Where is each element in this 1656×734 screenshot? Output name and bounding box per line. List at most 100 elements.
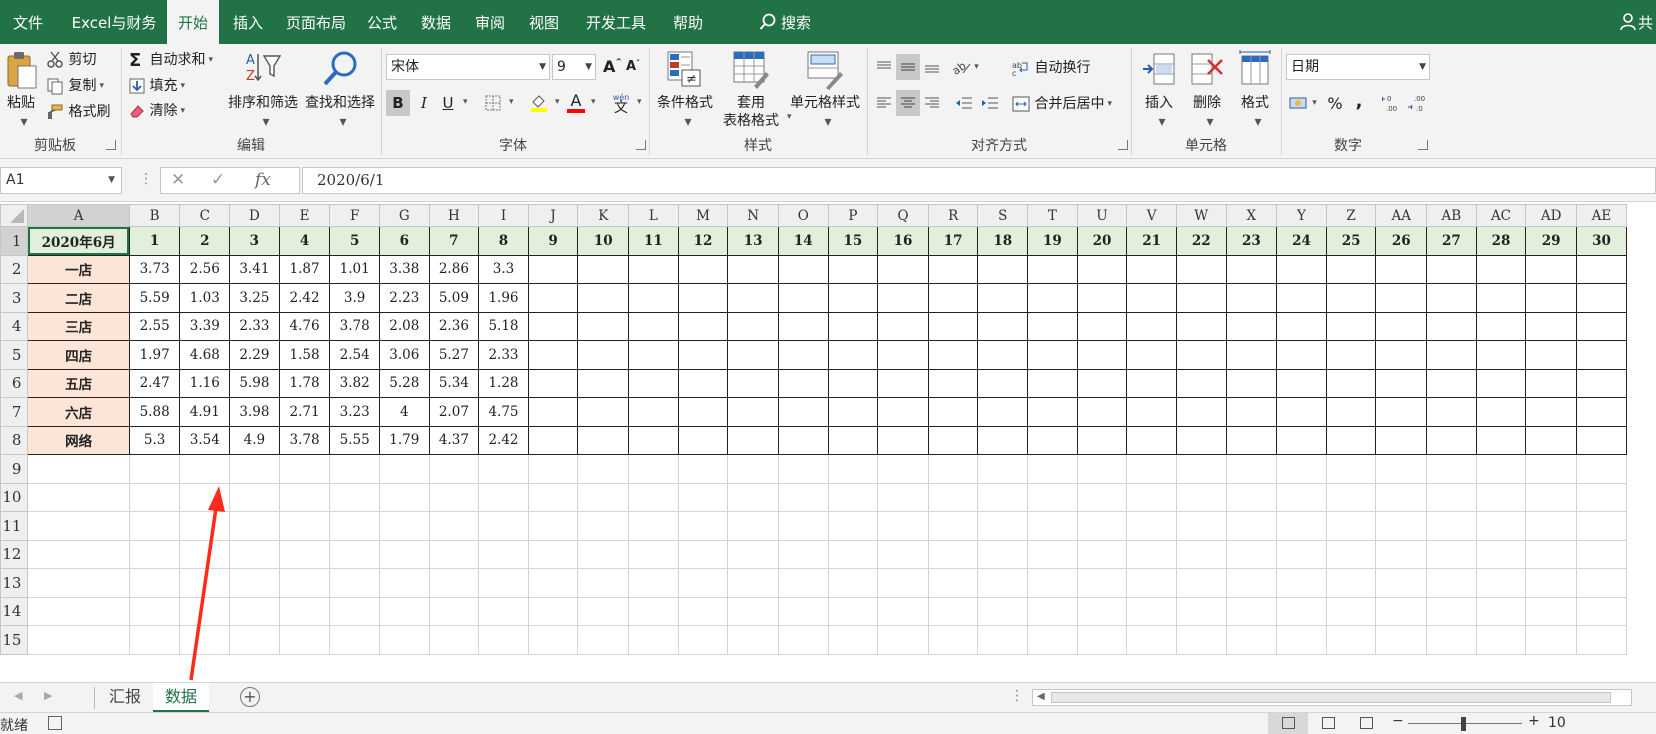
- shrink-font-button[interactable]: Aˇ: [626, 59, 640, 74]
- cell[interactable]: [1175, 311, 1227, 341]
- cell[interactable]: [278, 625, 331, 655]
- row-header[interactable]: 10: [0, 482, 29, 512]
- cell[interactable]: 14: [777, 226, 829, 256]
- cell[interactable]: [1225, 482, 1278, 512]
- conditional-format-dropdown-icon[interactable]: ▾: [655, 114, 721, 130]
- cell[interactable]: [1525, 425, 1577, 455]
- cell[interactable]: 2.56: [179, 254, 231, 284]
- cell[interactable]: [527, 283, 579, 313]
- insert-function-icon[interactable]: fx: [255, 170, 271, 190]
- bold-button[interactable]: B: [386, 90, 410, 116]
- cell[interactable]: [1575, 425, 1628, 455]
- cell[interactable]: [428, 596, 480, 626]
- cell[interactable]: [1225, 511, 1278, 541]
- cell[interactable]: [727, 425, 779, 455]
- column-header[interactable]: E: [278, 204, 331, 227]
- cell[interactable]: [628, 482, 679, 512]
- cell[interactable]: [27, 539, 130, 569]
- cell[interactable]: [1225, 368, 1278, 398]
- cell[interactable]: [927, 283, 979, 313]
- formula-input[interactable]: 2020/6/1: [302, 167, 1656, 194]
- row-header[interactable]: 5: [0, 340, 29, 370]
- percent-style-button[interactable]: %: [1324, 90, 1346, 116]
- enter-icon[interactable]: ✓: [211, 170, 225, 190]
- cell[interactable]: 网络: [27, 425, 130, 455]
- cell[interactable]: [677, 596, 729, 626]
- cell[interactable]: [1175, 254, 1227, 284]
- cell[interactable]: [1225, 425, 1278, 455]
- cell[interactable]: [827, 511, 879, 541]
- cell[interactable]: [927, 568, 979, 598]
- column-header[interactable]: AA: [1375, 204, 1428, 227]
- tab-excel-finance[interactable]: Excel与财务: [62, 0, 166, 44]
- cell[interactable]: [1027, 254, 1078, 284]
- cell[interactable]: 4.9: [229, 425, 280, 455]
- column-header[interactable]: I: [478, 204, 529, 227]
- cell[interactable]: [877, 511, 929, 541]
- cell[interactable]: [1575, 539, 1628, 569]
- cell[interactable]: [1426, 482, 1477, 512]
- fill-color-button[interactable]: [526, 90, 552, 116]
- cell[interactable]: 2.33: [478, 340, 529, 370]
- cell[interactable]: [628, 511, 679, 541]
- cell[interactable]: [128, 625, 181, 655]
- cell[interactable]: [428, 568, 480, 598]
- cell[interactable]: [179, 625, 231, 655]
- phonetic-dropdown-icon[interactable]: ▾: [637, 97, 642, 107]
- cell[interactable]: [777, 254, 829, 284]
- column-header[interactable]: T: [1027, 204, 1078, 227]
- cell[interactable]: [1325, 568, 1377, 598]
- cell[interactable]: [1027, 596, 1078, 626]
- cell[interactable]: [1126, 568, 1177, 598]
- cell[interactable]: [1325, 625, 1377, 655]
- cell[interactable]: [1525, 368, 1577, 398]
- cell[interactable]: [1175, 425, 1227, 455]
- wrap-text-button[interactable]: ab c 自动换行: [1012, 57, 1090, 77]
- cell[interactable]: [977, 425, 1029, 455]
- cell[interactable]: [977, 397, 1029, 427]
- cell[interactable]: [1175, 397, 1227, 427]
- cell[interactable]: [727, 283, 779, 313]
- fill-color-dropdown-icon[interactable]: ▾: [555, 97, 560, 107]
- cell[interactable]: 1.28: [478, 368, 529, 398]
- cell[interactable]: [1375, 596, 1428, 626]
- cell[interactable]: [677, 625, 729, 655]
- cell[interactable]: [1126, 368, 1177, 398]
- cell[interactable]: [1027, 340, 1078, 370]
- cell[interactable]: 5.18: [478, 311, 529, 341]
- tab-view[interactable]: 视图: [520, 0, 568, 44]
- number-format-combo[interactable]: 日期 ▼: [1286, 54, 1430, 80]
- cell[interactable]: [777, 511, 829, 541]
- italic-button[interactable]: I: [413, 90, 435, 116]
- cell[interactable]: [827, 568, 879, 598]
- column-header[interactable]: P: [827, 204, 879, 227]
- cell[interactable]: [1076, 340, 1128, 370]
- cell[interactable]: [1175, 368, 1227, 398]
- cell[interactable]: [628, 568, 679, 598]
- cell[interactable]: [1575, 454, 1628, 484]
- cancel-icon[interactable]: ✕: [171, 170, 185, 190]
- cell[interactable]: 3.78: [329, 311, 380, 341]
- cell[interactable]: [927, 340, 979, 370]
- cell[interactable]: 5: [329, 226, 380, 256]
- cell[interactable]: [329, 454, 380, 484]
- underline-button[interactable]: U: [437, 90, 459, 116]
- cell[interactable]: [1225, 568, 1278, 598]
- cell[interactable]: [927, 397, 979, 427]
- row-header[interactable]: 2: [0, 254, 29, 284]
- autosum-button[interactable]: Σ 自动求和 ▾: [129, 49, 213, 71]
- cell[interactable]: [428, 625, 480, 655]
- cell[interactable]: [1426, 368, 1477, 398]
- column-header[interactable]: H: [428, 204, 480, 227]
- cell[interactable]: 22: [1175, 226, 1227, 256]
- cell[interactable]: [877, 596, 929, 626]
- cell[interactable]: [527, 568, 579, 598]
- cell[interactable]: [329, 596, 380, 626]
- cell[interactable]: 4.75: [478, 397, 529, 427]
- cell[interactable]: [827, 596, 879, 626]
- cell[interactable]: 18: [977, 226, 1029, 256]
- cell[interactable]: [128, 482, 181, 512]
- cell[interactable]: [27, 454, 130, 484]
- cell[interactable]: [1325, 368, 1377, 398]
- cell[interactable]: 3.98: [229, 397, 280, 427]
